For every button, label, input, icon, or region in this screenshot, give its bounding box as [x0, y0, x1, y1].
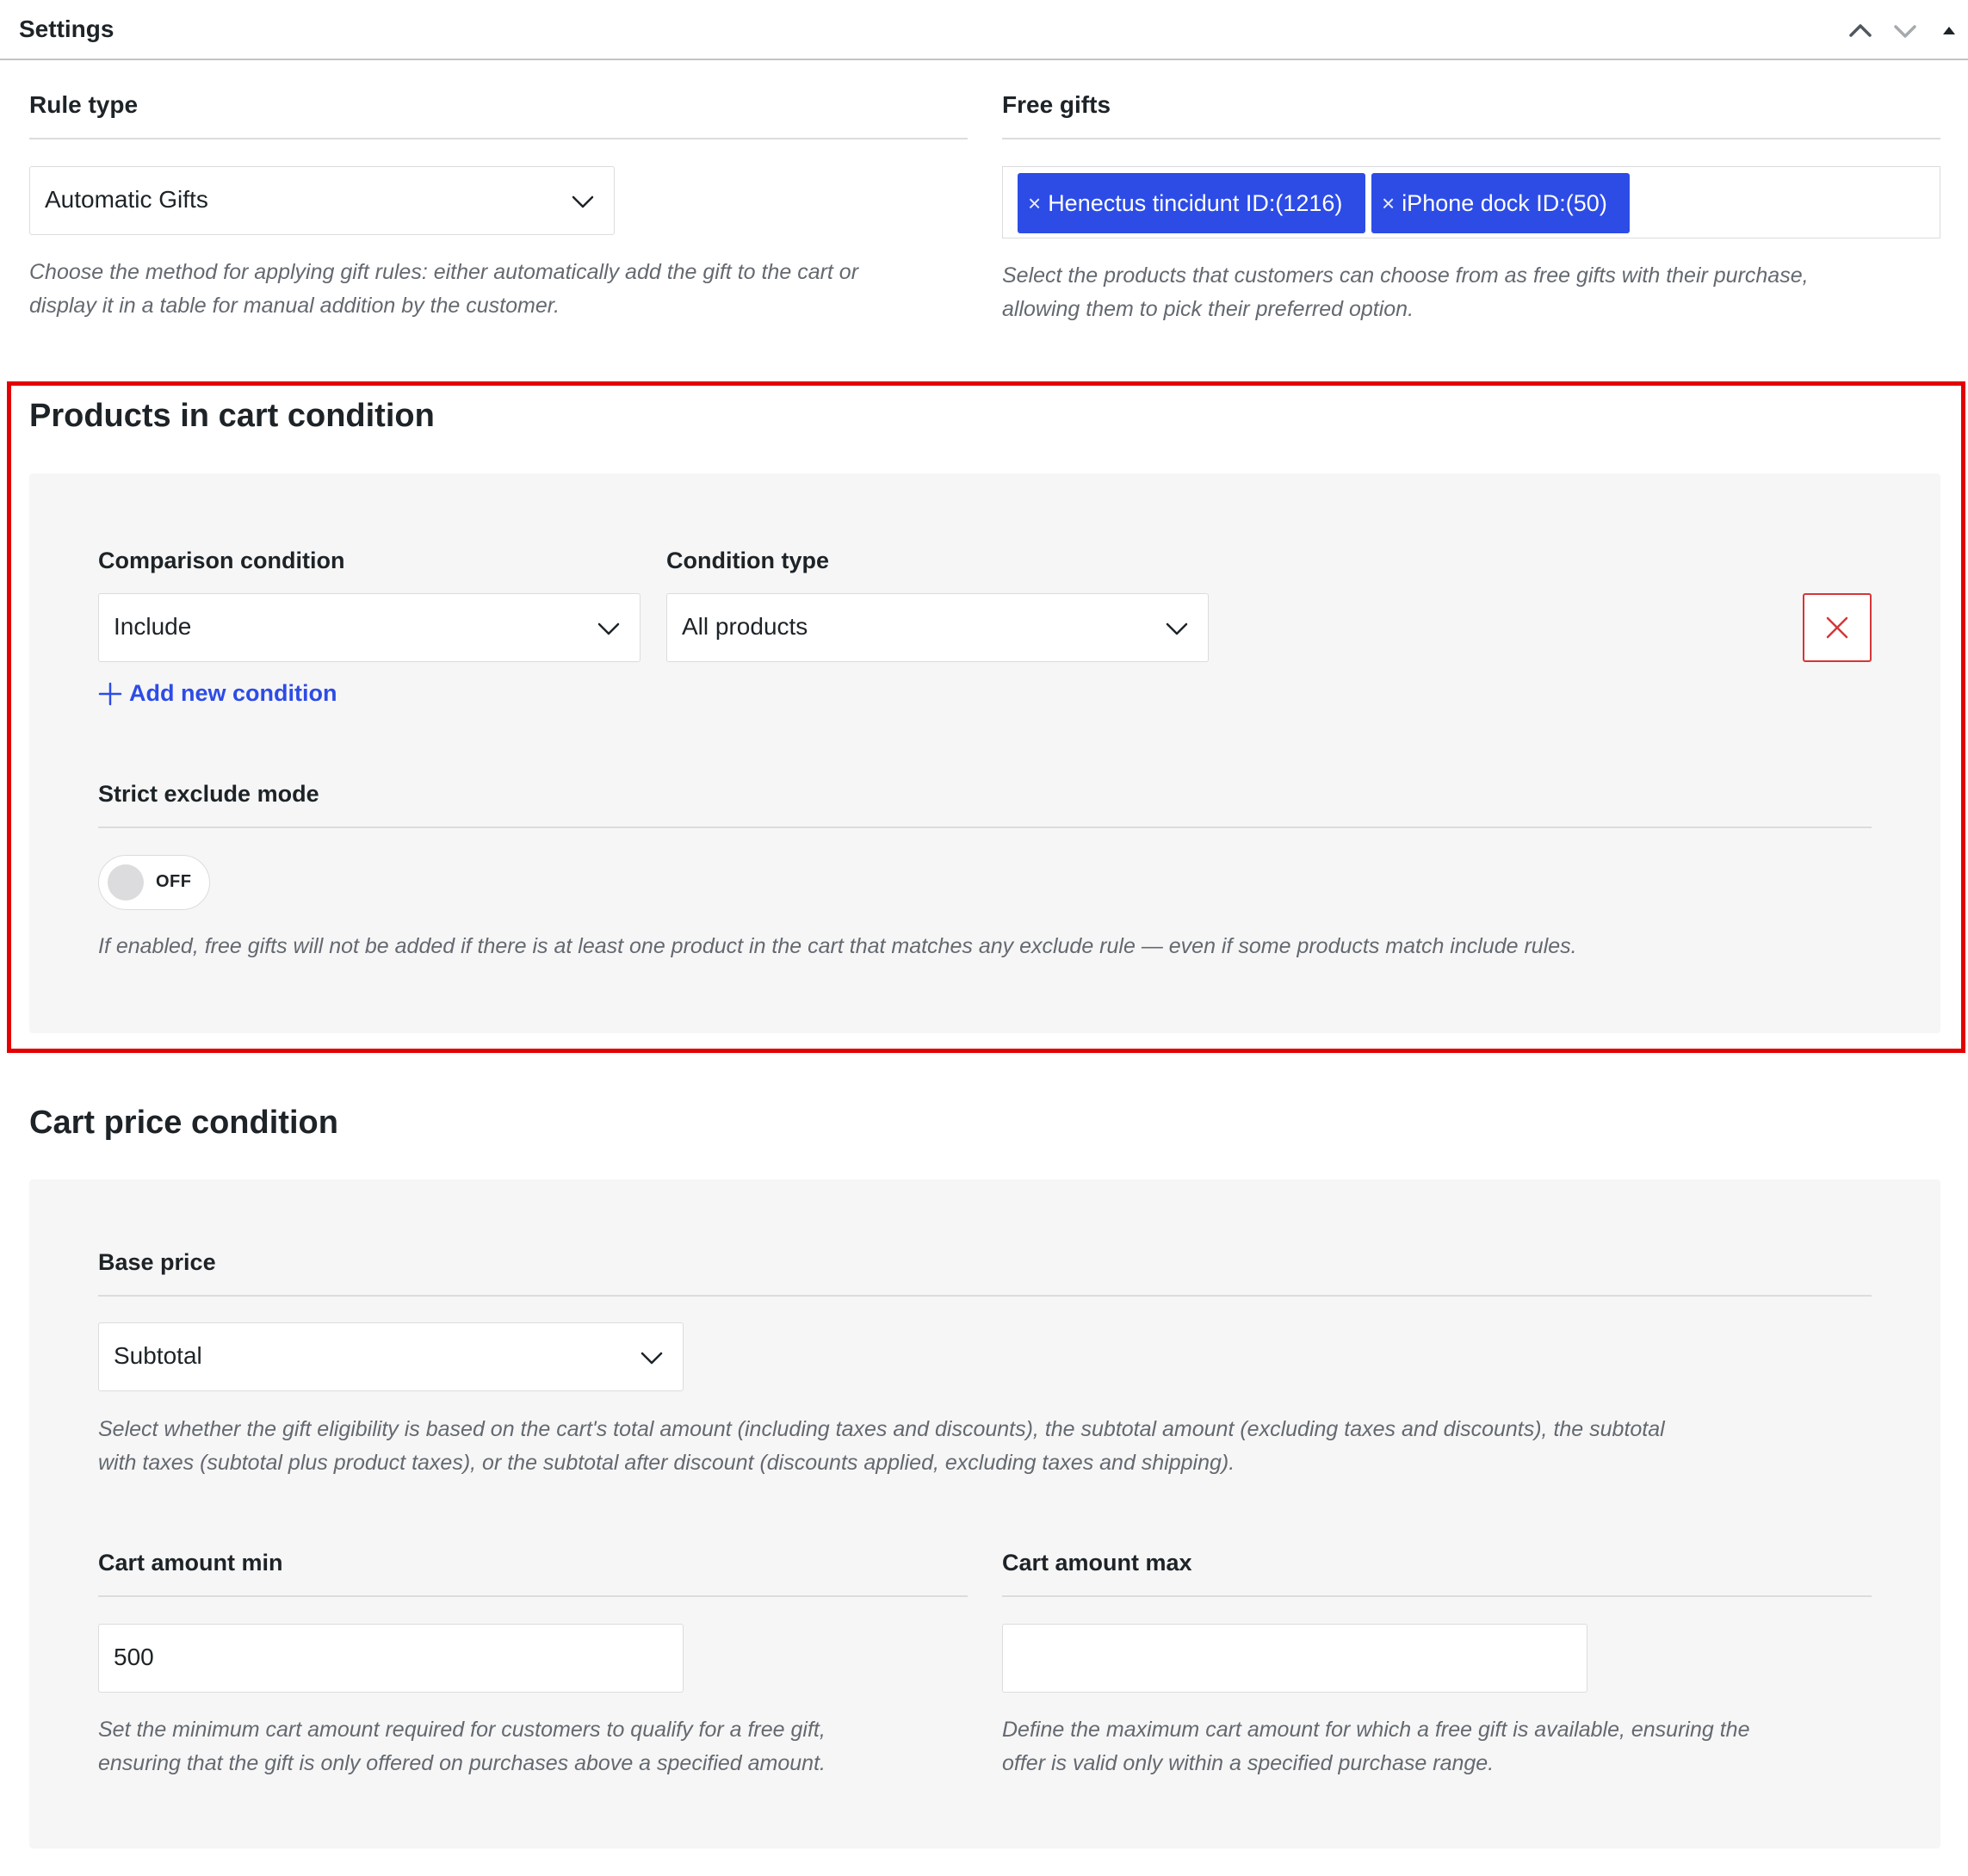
base-price-divider — [98, 1295, 1872, 1297]
cart-amount-min-description-line: ensuring that the gift is only offered o… — [98, 1751, 826, 1775]
cart-amount-max-description: Define the maximum cart amount for which… — [1002, 1713, 1923, 1780]
base-price-label: Base price — [98, 1249, 216, 1275]
collapse-button[interactable] — [1934, 15, 1965, 46]
products-condition-title: Products in cart condition — [29, 398, 435, 434]
remove-chip-icon[interactable]: × — [1382, 190, 1395, 217]
settings-title: Settings — [19, 15, 114, 42]
chevron-down-icon — [597, 622, 620, 635]
rule-type-divider — [29, 138, 968, 139]
cart-amount-max-input[interactable] — [1002, 1624, 1587, 1693]
chevron-up-icon — [1849, 24, 1872, 37]
strict-exclude-toggle[interactable]: OFF — [98, 855, 210, 910]
remove-chip-icon[interactable]: × — [1028, 190, 1041, 217]
strict-exclude-divider — [98, 827, 1872, 828]
cart-amount-max-description-line: Define the maximum cart amount for which… — [1002, 1718, 1750, 1742]
condition-type-value: All products — [682, 613, 808, 640]
strict-exclude-label: Strict exclude mode — [98, 781, 319, 807]
cart-amount-min-value: 500 — [114, 1644, 154, 1670]
cart-amount-min-description: Set the minimum cart amount required for… — [98, 1713, 985, 1780]
comparison-condition-value: Include — [114, 613, 192, 640]
free-gifts-label: Free gifts — [1002, 91, 1111, 118]
condition-type-select[interactable]: All products — [666, 593, 1209, 662]
remove-condition-button[interactable] — [1803, 593, 1872, 662]
cart-amount-min-description-line: Set the minimum cart amount required for… — [98, 1718, 826, 1742]
cart-amount-max-divider — [1002, 1595, 1872, 1597]
settings-header: Settings — [0, 0, 1968, 60]
gift-chip-label: iPhone dock ID:(50) — [1402, 189, 1607, 216]
move-up-button[interactable] — [1845, 15, 1876, 46]
base-price-description-line: Select whether the gift eligibility is b… — [98, 1417, 1665, 1441]
cart-amount-max-description-line: offer is valid only within a specified p… — [1002, 1751, 1495, 1775]
gift-chip[interactable]: × iPhone dock ID:(50) — [1371, 173, 1630, 233]
condition-type-label: Condition type — [666, 548, 829, 573]
rule-type-select[interactable]: Automatic Gifts — [29, 166, 615, 235]
comparison-condition-select[interactable]: Include — [98, 593, 641, 662]
chevron-down-icon — [1166, 622, 1188, 635]
move-down-button[interactable] — [1890, 15, 1921, 46]
close-icon — [1826, 616, 1848, 639]
rule-type-description-line: Choose the method for applying gift rule… — [29, 260, 859, 284]
base-price-description: Select whether the gift eligibility is b… — [98, 1413, 1923, 1480]
cart-amount-min-divider — [98, 1595, 968, 1597]
free-gifts-description-line: Select the products that customers can c… — [1002, 263, 1809, 288]
cart-amount-min-label: Cart amount min — [98, 1550, 283, 1576]
rule-type-value: Automatic Gifts — [45, 186, 208, 213]
rule-type-label: Rule type — [29, 91, 139, 118]
toggle-state: OFF — [156, 872, 192, 891]
base-price-value: Subtotal — [114, 1342, 202, 1369]
rule-type-description: Choose the method for applying gift rule… — [29, 256, 985, 323]
gift-chip[interactable]: × Henectus tincidunt ID:(1216) — [1018, 173, 1365, 233]
triangle-up-icon — [1943, 27, 1955, 34]
gift-chip-label: Henectus tincidunt ID:(1216) — [1048, 189, 1343, 216]
base-price-select[interactable]: Subtotal — [98, 1322, 684, 1391]
free-gifts-description-line: allowing them to pick their preferred op… — [1002, 297, 1414, 321]
toggle-knob — [108, 864, 144, 901]
chevron-down-icon — [641, 1352, 663, 1365]
cart-amount-min-input[interactable]: 500 — [98, 1624, 684, 1693]
plus-icon — [98, 682, 122, 705]
add-condition-label: Add new condition — [129, 680, 337, 706]
free-gifts-multiselect[interactable]: × Henectus tincidunt ID:(1216) × iPhone … — [1002, 166, 1940, 238]
add-condition-link[interactable]: Add new condition — [98, 680, 337, 707]
chevron-down-icon — [572, 195, 594, 208]
cart-price-condition-title: Cart price condition — [29, 1105, 338, 1141]
strict-exclude-description: If enabled, free gifts will not be added… — [98, 934, 1577, 958]
free-gifts-description: Select the products that customers can c… — [1002, 259, 1958, 326]
base-price-description-line: with taxes (subtotal plus product taxes)… — [98, 1451, 1235, 1475]
chevron-down-icon — [1894, 25, 1916, 38]
rule-type-description-line: display it in a table for manual additio… — [29, 294, 560, 318]
cart-amount-max-label: Cart amount max — [1002, 1550, 1192, 1576]
comparison-condition-label: Comparison condition — [98, 548, 345, 573]
free-gifts-divider — [1002, 138, 1940, 139]
